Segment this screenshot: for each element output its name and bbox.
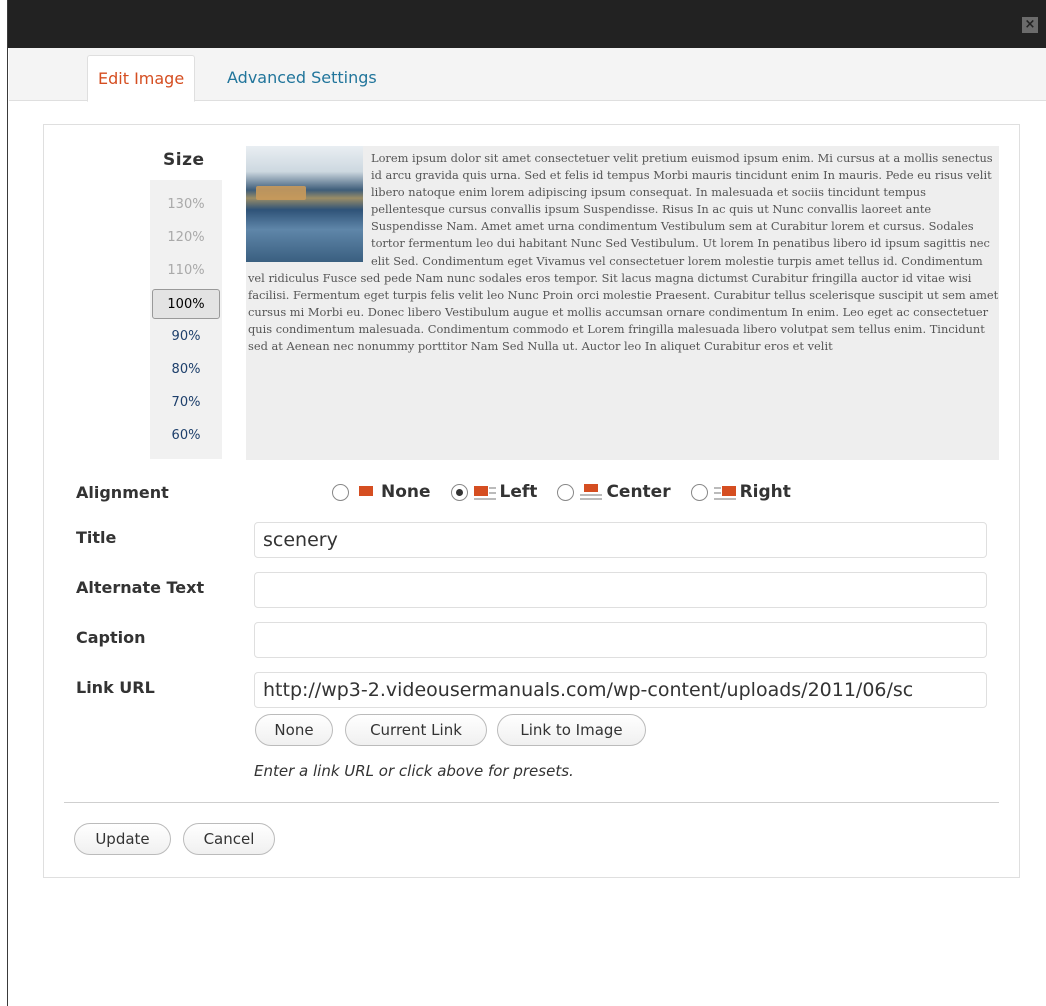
cancel-button[interactable]: Cancel <box>183 823 275 855</box>
radio-center[interactable] <box>557 483 575 501</box>
caption-label: Caption <box>76 628 146 647</box>
caption-input[interactable] <box>254 622 987 658</box>
link-none-button[interactable]: None <box>255 714 333 746</box>
window-left-border <box>0 0 8 1006</box>
size-option-80[interactable]: 80% <box>150 355 222 385</box>
align-option-left[interactable]: Left <box>450 482 537 502</box>
edit-image-panel: Size 130% 120% 110% 100% 90% 80% 70% 60%… <box>43 124 1020 878</box>
align-left-icon <box>473 483 496 501</box>
tab-bar: Edit Image Advanced Settings <box>9 48 1046 102</box>
modal-titlebar: × <box>8 0 1046 48</box>
alignment-label: Alignment <box>76 483 169 502</box>
link-url-label: Link URL <box>76 678 155 697</box>
tab-advanced-settings[interactable]: Advanced Settings <box>217 55 387 102</box>
align-none-icon <box>355 483 377 501</box>
radio-right[interactable] <box>690 483 708 501</box>
link-url-input[interactable]: http://wp3-2.videousermanuals.com/wp-con… <box>254 672 987 708</box>
link-to-image-button[interactable]: Link to Image <box>497 714 646 746</box>
size-option-90[interactable]: 90% <box>150 322 222 352</box>
radio-none[interactable] <box>332 483 349 501</box>
align-option-right[interactable]: Right <box>690 482 791 502</box>
title-input[interactable]: scenery <box>254 522 987 558</box>
size-option-130: 130% <box>167 197 205 212</box>
update-button[interactable]: Update <box>74 823 171 855</box>
current-link-button[interactable]: Current Link <box>345 714 487 746</box>
size-option-120: 120% <box>167 230 205 245</box>
align-option-none[interactable]: None <box>332 482 431 502</box>
size-option-60[interactable]: 60% <box>150 421 222 451</box>
align-option-center[interactable]: Center <box>557 482 671 502</box>
preview-image-thumbnail <box>246 146 363 262</box>
title-label: Title <box>76 528 117 547</box>
image-preview: Lorem ipsum dolor sit amet consectetuer … <box>246 146 999 460</box>
alt-text-input[interactable] <box>254 572 987 608</box>
close-icon[interactable]: × <box>1022 17 1038 33</box>
alt-text-label: Alternate Text <box>76 578 205 597</box>
align-right-icon <box>713 483 736 501</box>
tab-edit-image[interactable]: Edit Image <box>87 55 196 102</box>
align-center-icon <box>580 483 603 501</box>
radio-left[interactable] <box>450 483 468 501</box>
link-url-hint: Enter a link URL or click above for pres… <box>254 762 574 780</box>
size-option-100[interactable]: 100% <box>152 289 220 319</box>
size-list: 130% 120% 110% 100% 90% 80% 70% 60% <box>150 180 222 459</box>
size-label: Size <box>163 150 205 170</box>
size-option-110: 110% <box>167 263 205 278</box>
alignment-options: None Left Center Right <box>332 477 811 507</box>
divider <box>64 802 999 803</box>
size-option-70[interactable]: 70% <box>150 388 222 418</box>
